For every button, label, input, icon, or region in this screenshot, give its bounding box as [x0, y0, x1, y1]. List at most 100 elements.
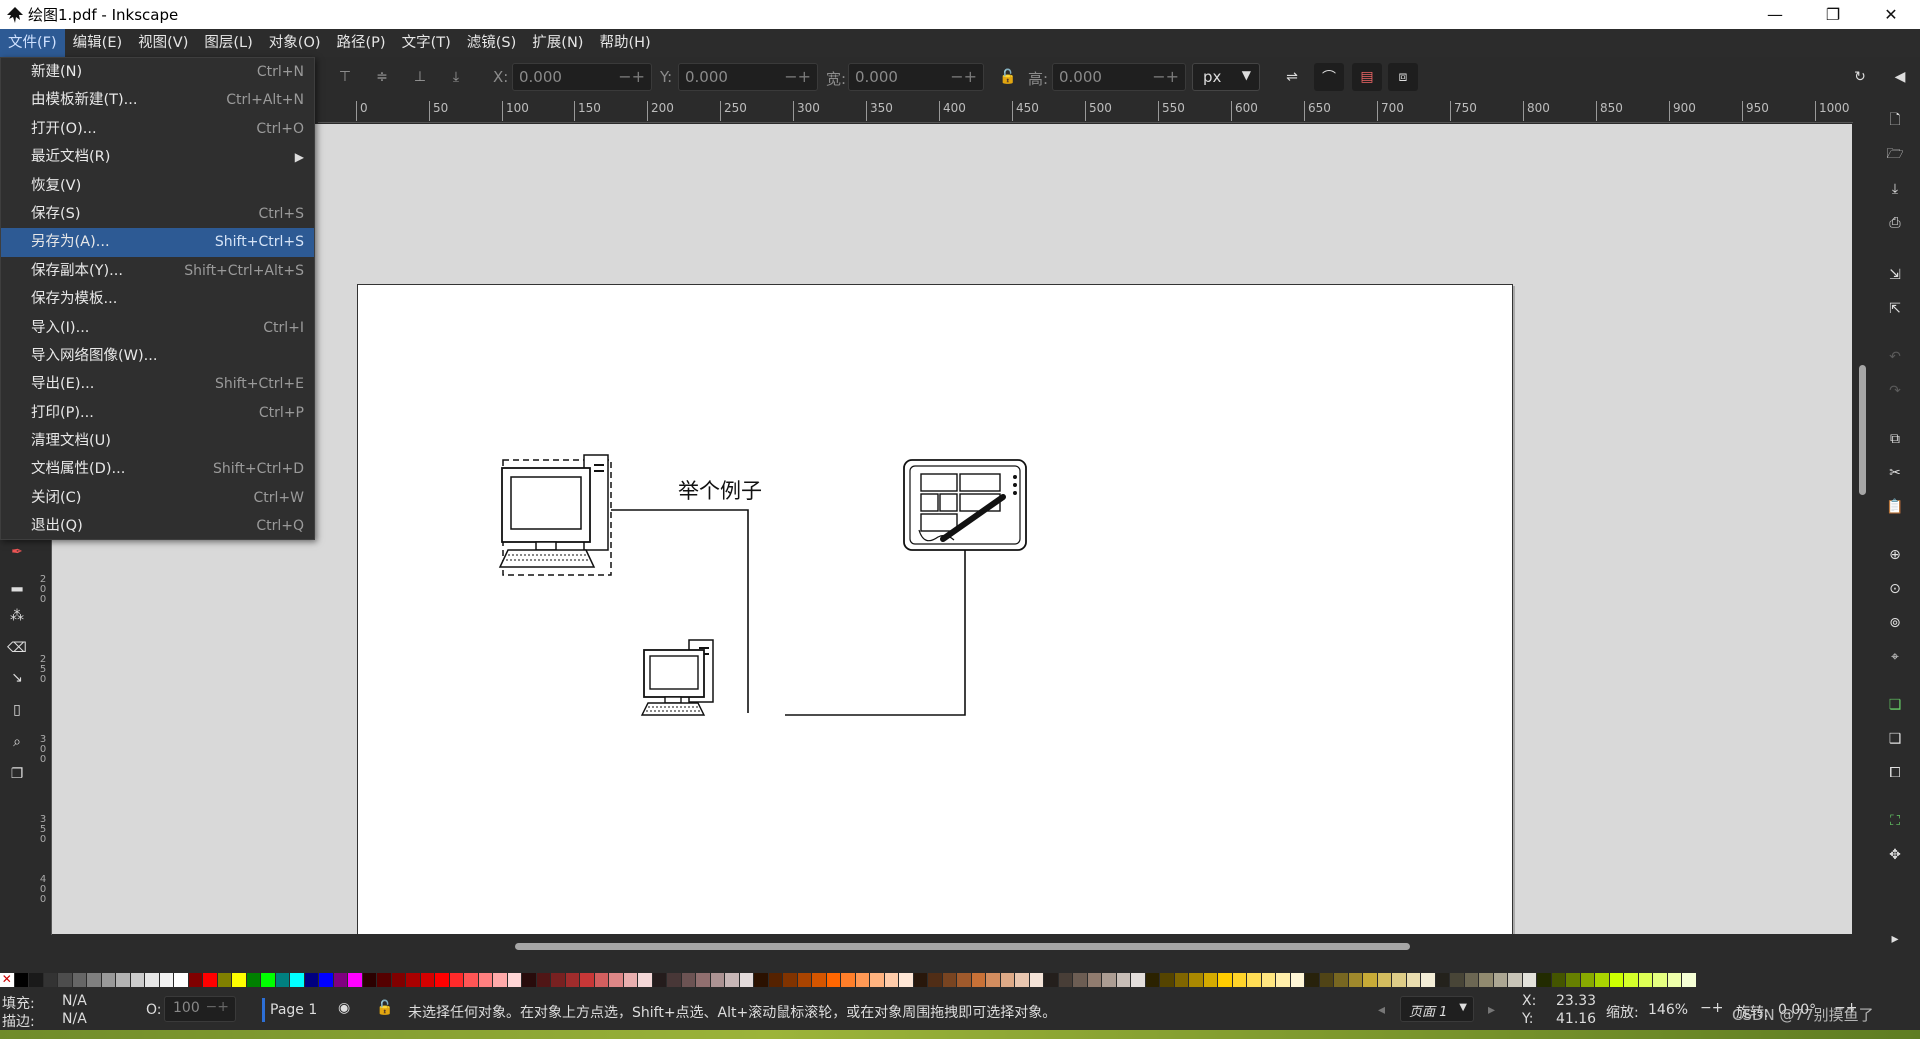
- color-swatch[interactable]: [870, 973, 885, 987]
- color-swatch[interactable]: [319, 973, 334, 987]
- width-stepper[interactable]: −+: [950, 67, 977, 86]
- color-swatch[interactable]: [667, 973, 682, 987]
- menu-path[interactable]: 路径(P): [329, 29, 394, 57]
- menu-layer[interactable]: 图层(L): [196, 29, 260, 57]
- zoom-stepper[interactable]: −+: [1700, 1000, 1723, 1016]
- lock-icon[interactable]: 🔓: [376, 1000, 393, 1016]
- color-swatch[interactable]: [1276, 973, 1291, 987]
- color-swatch[interactable]: [1218, 973, 1233, 987]
- y-input[interactable]: 0.000 −+: [678, 63, 818, 91]
- color-swatch[interactable]: [681, 973, 696, 987]
- color-swatch[interactable]: [1348, 973, 1363, 987]
- color-swatch[interactable]: [1247, 973, 1262, 987]
- color-swatch[interactable]: [522, 973, 537, 987]
- menu-object[interactable]: 对象(O): [261, 29, 329, 57]
- maximize-button[interactable]: ❐: [1804, 0, 1862, 29]
- menu-item-save-template[interactable]: 保存为模板...: [1, 285, 314, 313]
- color-swatch[interactable]: [1305, 973, 1320, 987]
- menu-item-recent[interactable]: 最近文档(R) ▶: [1, 143, 314, 171]
- color-swatch[interactable]: [971, 973, 986, 987]
- color-swatch[interactable]: [928, 973, 943, 987]
- color-swatch[interactable]: [14, 973, 29, 987]
- export-icon[interactable]: ⇱: [1883, 297, 1907, 321]
- close-button[interactable]: ✕: [1862, 0, 1920, 29]
- color-swatch[interactable]: [638, 973, 653, 987]
- color-swatch[interactable]: [594, 973, 609, 987]
- menu-item-import[interactable]: 导入(I)... Ctrl+I: [1, 314, 314, 342]
- color-swatch[interactable]: [551, 973, 566, 987]
- save-icon[interactable]: ⤓: [1883, 177, 1907, 201]
- color-swatch[interactable]: [43, 973, 58, 987]
- scale-corners-button[interactable]: ⌒: [1314, 63, 1344, 91]
- menu-item-new[interactable]: 新建(N) Ctrl+N: [1, 58, 314, 86]
- color-swatch[interactable]: [957, 973, 972, 987]
- menu-item-cleanup[interactable]: 清理文档(U): [1, 427, 314, 455]
- color-swatch[interactable]: [739, 973, 754, 987]
- group-icon[interactable]: ⛶: [1883, 809, 1907, 833]
- menu-item-open[interactable]: 打开(O)... Ctrl+O: [1, 115, 314, 143]
- color-swatch[interactable]: [1682, 973, 1697, 987]
- zoom-page-icon[interactable]: ⊚: [1883, 611, 1907, 635]
- eye-icon[interactable]: ◉: [338, 1000, 350, 1016]
- color-swatch[interactable]: [1566, 973, 1581, 987]
- menu-item-new-from-template[interactable]: 由模板新建(T)... Ctrl+Alt+N: [1, 86, 314, 114]
- color-swatch[interactable]: [188, 973, 203, 987]
- pages-tool-icon[interactable]: ❐: [5, 762, 29, 786]
- color-swatch[interactable]: [841, 973, 856, 987]
- color-swatch[interactable]: [246, 973, 261, 987]
- align-top-icon[interactable]: ⊤: [333, 65, 357, 89]
- color-swatch[interactable]: [1464, 973, 1479, 987]
- color-swatch[interactable]: [159, 973, 174, 987]
- color-swatch[interactable]: [1232, 973, 1247, 987]
- color-swatch[interactable]: [348, 973, 363, 987]
- color-swatch[interactable]: [377, 973, 392, 987]
- color-swatch[interactable]: [696, 973, 711, 987]
- ungroup-icon[interactable]: ✥: [1883, 843, 1907, 867]
- color-swatch[interactable]: [145, 973, 160, 987]
- move-gradients-button[interactable]: ▤: [1352, 63, 1382, 91]
- color-swatch[interactable]: [1537, 973, 1552, 987]
- color-swatch[interactable]: [986, 973, 1001, 987]
- color-swatch[interactable]: [536, 973, 551, 987]
- prev-page-icon[interactable]: ◂: [1378, 1002, 1385, 1018]
- spray-tool-icon[interactable]: ⁂: [5, 604, 29, 628]
- vertical-scrollbar[interactable]: [1859, 365, 1866, 495]
- color-swatch[interactable]: [1363, 973, 1378, 987]
- color-swatch[interactable]: [478, 973, 493, 987]
- fill-value[interactable]: N/A: [62, 993, 87, 1009]
- color-swatch[interactable]: [493, 973, 508, 987]
- color-swatch[interactable]: [1029, 973, 1044, 987]
- color-swatch[interactable]: [1421, 973, 1436, 987]
- color-swatch[interactable]: [203, 973, 218, 987]
- color-swatch[interactable]: [391, 973, 406, 987]
- color-swatch[interactable]: [1624, 973, 1639, 987]
- x-stepper[interactable]: −+: [618, 67, 645, 86]
- cut-icon[interactable]: ✂: [1883, 461, 1907, 485]
- color-swatch[interactable]: [1435, 973, 1450, 987]
- color-swatch[interactable]: [609, 973, 624, 987]
- zoom-center-icon[interactable]: ⌖: [1883, 645, 1907, 669]
- color-swatch[interactable]: [116, 973, 131, 987]
- diagram-label[interactable]: 举个例子: [678, 479, 762, 503]
- color-swatch[interactable]: [304, 973, 319, 987]
- color-swatch[interactable]: [1102, 973, 1117, 987]
- align-bottom-icon[interactable]: ⊥: [408, 65, 432, 89]
- menu-text[interactable]: 文字(T): [394, 29, 459, 57]
- y-stepper[interactable]: −+: [784, 67, 811, 86]
- menu-item-save-as[interactable]: 另存为(A)... Shift+Ctrl+S: [1, 228, 314, 257]
- computer-icon[interactable]: [498, 454, 612, 576]
- color-swatch[interactable]: [1319, 973, 1334, 987]
- color-swatch[interactable]: [1551, 973, 1566, 987]
- color-swatch[interactable]: [1377, 973, 1392, 987]
- width-input[interactable]: 0.000 −+: [848, 63, 984, 91]
- toolbar-overflow-icon[interactable]: ◀: [1888, 65, 1912, 89]
- expand-panel-icon[interactable]: ▸: [1883, 927, 1907, 951]
- color-swatch[interactable]: [1595, 973, 1610, 987]
- color-swatch[interactable]: [290, 973, 305, 987]
- canvas-area[interactable]: 举个例子: [52, 124, 1852, 934]
- color-swatch[interactable]: [1087, 973, 1102, 987]
- color-swatch[interactable]: [174, 973, 189, 987]
- color-swatch[interactable]: [362, 973, 377, 987]
- color-swatch[interactable]: [275, 973, 290, 987]
- color-swatch[interactable]: [1015, 973, 1030, 987]
